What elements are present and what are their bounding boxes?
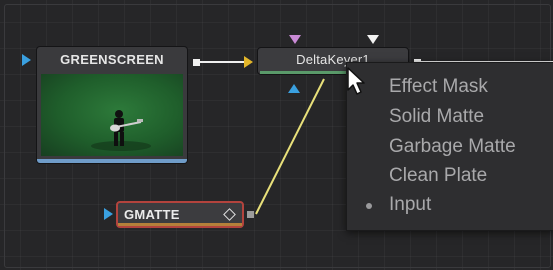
deltakeyer-foreground-input-arrow-icon[interactable]: [289, 35, 301, 44]
wire-gmatte-to-deltakeyer: [255, 78, 325, 215]
greenscreen-thumbnail: [41, 74, 183, 156]
greenscreen-output-port-icon[interactable]: [193, 59, 200, 66]
gmatte-output-port-icon[interactable]: [247, 211, 254, 218]
deltakeyer-background-input-arrow-icon[interactable]: [244, 56, 253, 68]
menu-item-clean-plate[interactable]: Clean Plate: [389, 162, 487, 190]
greenscreen-node-title: GREENSCREEN: [60, 52, 164, 67]
menu-item-solid-matte[interactable]: Solid Matte: [389, 103, 484, 131]
greenscreen-node[interactable]: GREENSCREEN: [37, 47, 187, 163]
deltakeyer-input-arrow-icon[interactable]: [367, 35, 379, 44]
menu-item-garbage-matte[interactable]: Garbage Matte: [389, 133, 516, 161]
greenscreen-input-arrow-icon[interactable]: [22, 54, 31, 66]
mouse-cursor-icon: [347, 67, 365, 95]
gmatte-node-status-bar: [118, 223, 242, 226]
selected-bullet-icon: [366, 203, 372, 209]
deltakeyer-effect-mask-input-arrow-icon[interactable]: [288, 84, 300, 93]
menu-item-effect-mask[interactable]: Effect Mask: [389, 73, 488, 101]
greenscreen-node-status-bar: [37, 159, 187, 163]
diamond-icon: [223, 208, 236, 221]
input-context-menu: Effect Mask Solid Matte Garbage Matte Cl…: [346, 62, 553, 231]
guitarist-thumbnail-image: [91, 110, 151, 151]
node-editor-canvas[interactable]: GREENSCREEN DeltaKeyer1 GMATTE Effect Ma…: [0, 0, 553, 270]
gmatte-node[interactable]: GMATTE: [116, 201, 244, 228]
menu-item-input[interactable]: Input: [389, 191, 431, 219]
gmatte-input-arrow-icon[interactable]: [104, 208, 113, 220]
